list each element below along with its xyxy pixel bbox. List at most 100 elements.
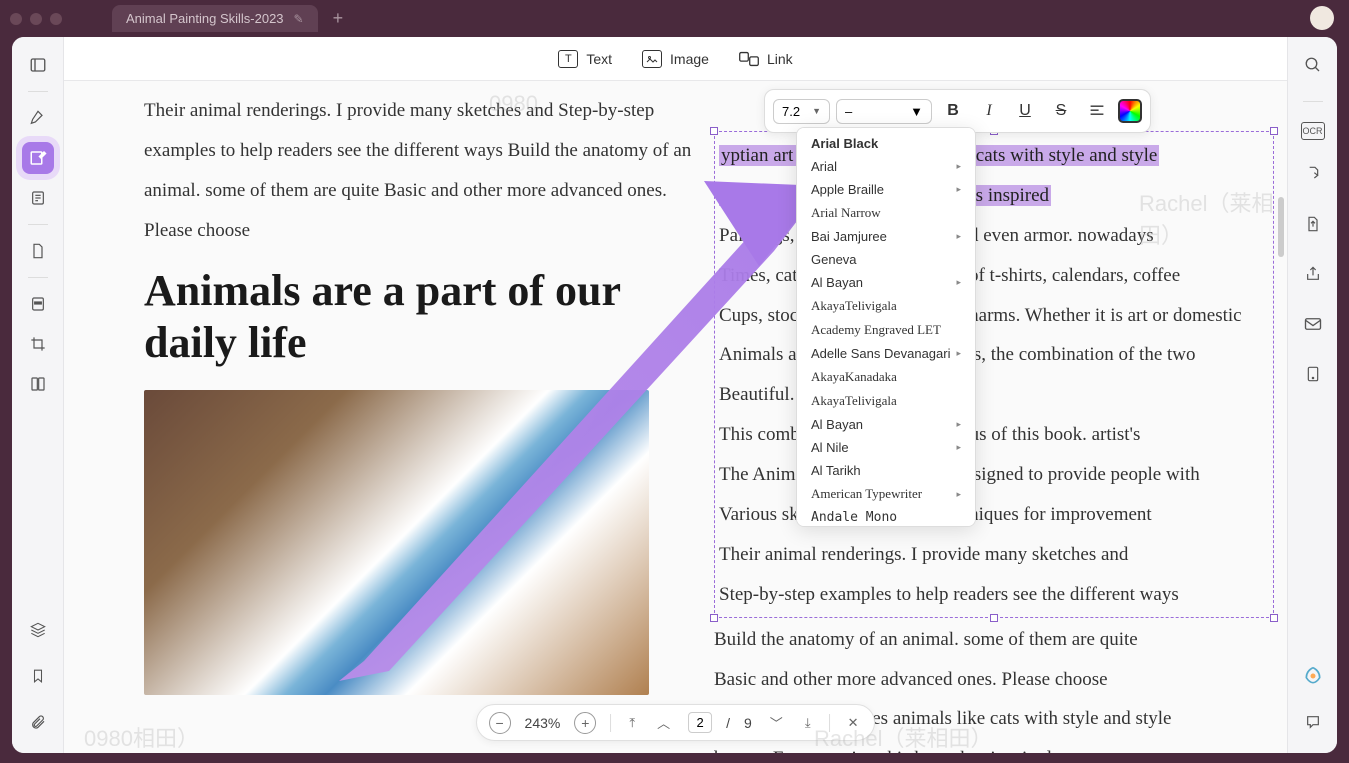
image-button[interactable]: Image [642, 50, 709, 68]
strikethrough-button[interactable]: S [1046, 96, 1076, 126]
comment-icon[interactable] [1297, 706, 1329, 738]
document-tab[interactable]: Animal Painting Skills-2023 ✎ [112, 5, 318, 32]
brand-icon[interactable] [1297, 660, 1329, 692]
font-option[interactable]: Al Tarikh [797, 459, 975, 482]
page-heading[interactable]: Animals are a part of our daily life [144, 265, 704, 371]
font-option[interactable]: Bai Jamjuree ▸ [797, 225, 975, 248]
text-label: Text [586, 51, 612, 67]
italic-button[interactable]: I [974, 96, 1004, 126]
last-page-button[interactable]: ⤓ [801, 713, 815, 733]
paragraph-line[interactable]: Build the anatomy of an animal. some of … [714, 620, 1274, 660]
text-color-button[interactable] [1118, 99, 1142, 123]
page-separator: / [726, 715, 730, 731]
chevron-right-icon: ▸ [956, 442, 961, 453]
font-size-select[interactable]: 7.2 ▼ [773, 99, 830, 124]
bookmark-icon[interactable] [22, 660, 54, 692]
first-page-button[interactable]: ⤒ [625, 713, 639, 733]
butterfly-painting-image[interactable] [144, 390, 649, 695]
right-sidebar: OCR [1287, 37, 1337, 753]
share-icon[interactable] [1297, 258, 1329, 290]
paragraph-line[interactable]: Their animal renderings. I provide many … [719, 535, 1269, 575]
document-canvas[interactable]: 0980 Rachel（莱相田） 0980相田） Rachel（莱相田） The… [64, 81, 1287, 753]
font-option[interactable]: AkayaTelivigala [797, 389, 975, 413]
zoom-in-button[interactable]: + [574, 712, 596, 734]
close-controls-button[interactable]: ✕ [844, 713, 863, 733]
font-option[interactable]: Al Bayan▸ [797, 413, 975, 436]
font-option[interactable]: AkayaTelivigala [797, 294, 975, 318]
font-option[interactable]: Apple Braille▸ [797, 178, 975, 201]
maximize-window-icon[interactable] [50, 13, 62, 25]
font-option-label: Apple Braille [811, 182, 884, 197]
page-icon[interactable] [22, 235, 54, 267]
font-option-label: Arial [811, 159, 837, 174]
crop-icon[interactable] [22, 328, 54, 360]
content-area: T Text Image Link 0980 Rachel（莱相田） 0980相… [64, 37, 1287, 753]
avatar[interactable] [1310, 6, 1334, 30]
link-button[interactable]: Link [739, 50, 793, 68]
layers-icon[interactable] [22, 614, 54, 646]
font-option-label: Geneva [811, 252, 857, 267]
link-icon [739, 50, 759, 68]
paragraph-text[interactable]: Their animal renderings. I provide many … [144, 91, 704, 251]
compare-icon[interactable] [22, 368, 54, 400]
font-option-label: Al Bayan [811, 275, 863, 290]
font-option[interactable]: Al Bayan▸ [797, 271, 975, 294]
font-option-label: Andale Mono [811, 510, 897, 525]
link-label: Link [767, 51, 793, 67]
font-option[interactable]: Arial ▸ [797, 155, 975, 178]
edit-icon[interactable]: ✎ [294, 12, 304, 26]
font-family-select[interactable]: – ▼ [836, 99, 932, 124]
font-size-value: 7.2 [782, 104, 800, 119]
font-option-label: AkayaTelivigala [811, 298, 897, 314]
add-tab-button[interactable]: + [333, 8, 344, 29]
window-controls [10, 13, 62, 25]
font-option-label: Bai Jamjuree [811, 229, 887, 244]
search-icon[interactable] [1297, 49, 1329, 81]
underline-button[interactable]: U [1010, 96, 1040, 126]
highlight-icon[interactable] [22, 102, 54, 134]
text-icon: T [558, 50, 578, 68]
font-option[interactable]: Arial Black [797, 132, 975, 155]
font-option[interactable]: Andale Mono [797, 506, 975, 527]
redact-icon[interactable] [22, 288, 54, 320]
paragraph-line[interactable]: Step-by-step examples to help readers se… [719, 575, 1269, 615]
attachment-icon[interactable] [22, 706, 54, 738]
minimize-window-icon[interactable] [30, 13, 42, 25]
zoom-value: 243% [525, 715, 561, 731]
convert-icon[interactable] [1297, 158, 1329, 190]
titlebar: Animal Painting Skills-2023 ✎ + [0, 0, 1349, 37]
zoom-out-button[interactable]: − [489, 712, 511, 734]
font-family-value: – [845, 104, 852, 119]
align-button[interactable] [1082, 96, 1112, 126]
bold-button[interactable]: B [938, 96, 968, 126]
scan-icon[interactable] [1297, 358, 1329, 390]
form-icon[interactable] [22, 182, 54, 214]
email-icon[interactable] [1297, 308, 1329, 340]
next-page-button[interactable]: ﹀ [766, 711, 787, 734]
left-column: Their animal renderings. I provide many … [144, 91, 704, 695]
chevron-right-icon: ▸ [956, 231, 961, 242]
main-window: T Text Image Link 0980 Rachel（莱相田） 0980相… [12, 37, 1337, 753]
font-family-dropdown[interactable]: Arial BlackArial▸Apple Braille▸Arial Nar… [796, 127, 976, 527]
edit-text-icon[interactable] [22, 142, 54, 174]
paragraph-line[interactable]: beauty. For centuries, this horse has in… [714, 739, 1274, 753]
ocr-icon[interactable]: OCR [1301, 122, 1325, 140]
font-option[interactable]: Adelle Sans Devanagari▸ [797, 342, 975, 365]
prev-page-button[interactable]: ︿ [653, 711, 674, 734]
font-option[interactable]: Academy Engraved LET [797, 318, 975, 342]
font-option[interactable]: American Typewriter▸ [797, 482, 975, 506]
image-icon [642, 50, 662, 68]
paragraph-line[interactable]: Basic and other more advanced ones. Plea… [714, 660, 1274, 700]
font-option[interactable]: Geneva [797, 248, 975, 271]
font-option[interactable]: AkayaKanadaka [797, 365, 975, 389]
chevron-right-icon: ▸ [956, 161, 961, 172]
font-option[interactable]: Arial Narrow [797, 201, 975, 225]
page-total: 9 [744, 715, 752, 731]
export-icon[interactable] [1297, 208, 1329, 240]
scrollbar[interactable] [1278, 197, 1284, 257]
font-option[interactable]: Al Nile▸ [797, 436, 975, 459]
page-number-input[interactable] [688, 712, 712, 733]
reader-mode-icon[interactable] [22, 49, 54, 81]
text-button[interactable]: T Text [558, 50, 612, 68]
close-window-icon[interactable] [10, 13, 22, 25]
